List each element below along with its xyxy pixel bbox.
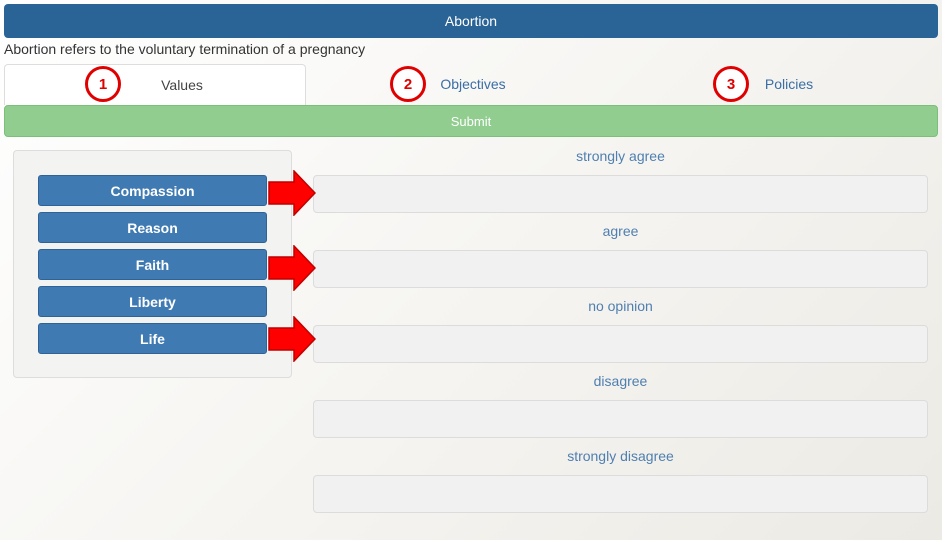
dropzone-disagree[interactable]	[313, 400, 928, 438]
dropzone-agree[interactable]	[313, 250, 928, 288]
red-arrow-icon	[268, 316, 316, 362]
tab-values-label: Values	[161, 77, 203, 93]
zone-label-strongly-disagree: strongly disagree	[567, 448, 674, 464]
dropzone-strongly-agree[interactable]	[313, 175, 928, 213]
page-header: Abortion	[4, 4, 938, 38]
dropzone-strongly-disagree[interactable]	[313, 475, 928, 513]
page-title: Abortion	[444, 13, 498, 29]
red-arrow-icon	[268, 170, 316, 216]
value-reason[interactable]: Reason	[38, 212, 267, 243]
value-liberty[interactable]: Liberty	[38, 286, 267, 317]
step-marker-3: 3	[713, 66, 749, 102]
step-marker-2: 2	[390, 66, 426, 102]
value-faith[interactable]: Faith	[38, 249, 267, 280]
tab-objectives[interactable]: Objectives	[305, 64, 631, 104]
value-life[interactable]: Life	[38, 323, 267, 354]
zone-label-strongly-agree: strongly agree	[576, 148, 665, 164]
dropzone-no-opinion[interactable]	[313, 325, 928, 363]
zone-label-disagree: disagree	[593, 373, 648, 389]
zone-label-no-opinion: no opinion	[588, 298, 653, 314]
red-arrow-icon	[268, 245, 316, 291]
tab-objectives-label: Objectives	[440, 76, 506, 92]
submit-button[interactable]: Submit	[4, 105, 938, 137]
value-compassion[interactable]: Compassion	[38, 175, 267, 206]
zone-label-agree: agree	[602, 223, 639, 239]
tab-policies[interactable]: Policies	[632, 64, 938, 104]
tab-values[interactable]: Values	[4, 64, 306, 105]
topic-description: Abortion refers to the voluntary termina…	[4, 41, 366, 57]
step-marker-1: 1	[85, 66, 121, 102]
tab-policies-label: Policies	[764, 76, 814, 92]
